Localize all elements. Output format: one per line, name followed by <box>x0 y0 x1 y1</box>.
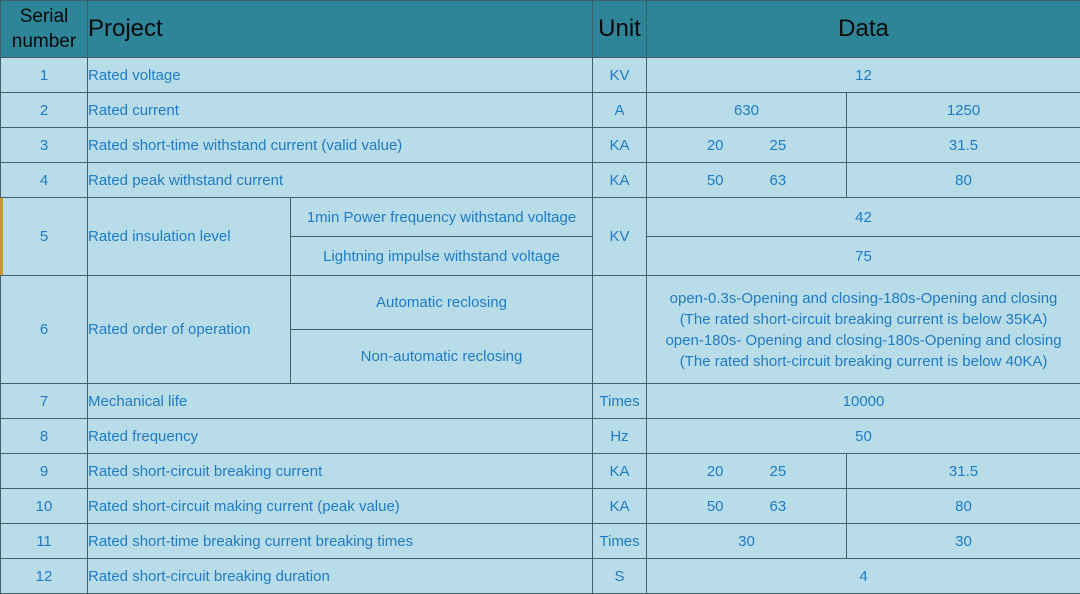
row-data-value-left: 50 63 <box>646 488 848 524</box>
row-data-value-left: 20 25 <box>646 453 848 489</box>
row-project: Rated voltage <box>86 57 594 93</box>
row-data-value: 12 <box>646 57 1080 93</box>
row-unit: KA <box>592 453 648 489</box>
table-row: 12 Rated short-circuit breaking duration… <box>0 558 1080 594</box>
row-project: Rated short-circuit making current (peak… <box>86 488 594 524</box>
row-serial-number: 8 <box>0 418 88 454</box>
table-row: 9 Rated short-circuit breaking current K… <box>0 453 1080 489</box>
table-row: 4 Rated peak withstand current KA 50 63 … <box>0 162 1080 198</box>
table-row: 3 Rated short-time withstand current (va… <box>0 127 1080 163</box>
row-unit: KA <box>592 488 648 524</box>
row-data-value-left-a: 50 <box>706 497 724 515</box>
row-serial-number: 2 <box>0 92 88 128</box>
row-serial-number: 9 <box>0 453 88 489</box>
row-unit <box>592 275 648 384</box>
row-subitem: Lightning impulse withstand voltage <box>289 236 594 276</box>
row-serial-number: 7 <box>0 383 88 419</box>
row-data-line-4: (The rated short-circuit breaking curren… <box>679 352 1048 370</box>
table-row: 7 Mechanical life Times 10000 <box>0 383 1080 419</box>
row-unit: Times <box>592 523 648 559</box>
row-serial-number: 6 <box>0 275 88 384</box>
row-data-value: 75 <box>646 236 1080 276</box>
row-unit: S <box>592 558 648 594</box>
table-row: 1 Rated voltage KV 12 <box>0 57 1080 93</box>
row-unit: Times <box>592 383 648 419</box>
row-data-value-left: 30 <box>646 523 848 559</box>
row-data-value: 4 <box>646 558 1080 594</box>
row-data-value-left-b: 63 <box>769 171 787 189</box>
table-row: 5 Rated insulation level 1min Power freq… <box>0 197 1080 276</box>
row-data-value-left-a: 50 <box>706 171 724 189</box>
row-project: Rated order of operation <box>87 275 291 384</box>
table-row: 11 Rated short-time breaking current bre… <box>0 523 1080 559</box>
row-project: Rated insulation level <box>87 197 291 276</box>
table-header-row: Serial number Project Unit Data <box>0 0 1080 58</box>
row-unit: KV <box>592 197 648 276</box>
table-row: 6 Rated order of operation Automatic rec… <box>0 275 1080 384</box>
row-project: Rated short-circuit breaking duration <box>86 558 594 594</box>
row-data-value-left-b: 25 <box>769 136 787 154</box>
row-unit: KA <box>592 127 648 163</box>
row-data-value-right: 31.5 <box>846 127 1080 163</box>
row-data-value-right: 31.5 <box>846 453 1080 489</box>
row-serial-number: 4 <box>0 162 88 198</box>
row-project: Rated short-time breaking current breaki… <box>86 523 594 559</box>
table-row: 10 Rated short-circuit making current (p… <box>0 488 1080 524</box>
row-data-value: 10000 <box>646 383 1080 419</box>
row-serial-number: 10 <box>0 488 88 524</box>
row-serial-number: 11 <box>0 523 88 559</box>
row-project: Rated short-circuit breaking current <box>86 453 594 489</box>
row-serial-number: 12 <box>0 558 88 594</box>
row-data-value-right: 80 <box>846 162 1080 198</box>
row-subitem: Non-automatic reclosing <box>289 329 594 384</box>
row-data-value-left: 20 25 <box>646 127 848 163</box>
row-serial-number: 1 <box>0 57 88 93</box>
row-project: Mechanical life <box>86 383 594 419</box>
row-unit: KV <box>592 57 648 93</box>
row-data-line-3: open-180s- Opening and closing-180s-Open… <box>665 331 1062 349</box>
table-row: 2 Rated current A 630 1250 <box>0 92 1080 128</box>
row-data-value: 42 <box>646 197 1080 237</box>
row-data-value-left-b: 25 <box>769 462 787 480</box>
row-data-value-left-a: 20 <box>706 136 724 154</box>
header-project: Project <box>86 0 594 58</box>
row-data-value: 50 <box>646 418 1080 454</box>
specifications-table: Serial number Project Unit Data 1 Rated … <box>0 0 1080 594</box>
header-data: Data <box>646 0 1080 58</box>
table-row: 8 Rated frequency Hz 50 <box>0 418 1080 454</box>
header-serial-number: Serial number <box>0 0 88 58</box>
header-unit: Unit <box>592 0 648 58</box>
row-serial-number: 3 <box>0 127 88 163</box>
row-project: Rated current <box>86 92 594 128</box>
row-data-value: open-0.3s-Opening and closing-180s-Openi… <box>646 275 1080 384</box>
row-project: Rated peak withstand current <box>86 162 594 198</box>
row-data-value-left: 50 63 <box>646 162 848 198</box>
row-project: Rated short-time withstand current (vali… <box>86 127 594 163</box>
row-data-line-2: (The rated short-circuit breaking curren… <box>679 310 1048 328</box>
row-unit: A <box>592 92 648 128</box>
row-project: Rated frequency <box>86 418 594 454</box>
row-subitem: Automatic reclosing <box>289 275 594 330</box>
row-data-value-left: 630 <box>646 92 848 128</box>
row-subitem: 1min Power frequency withstand voltage <box>289 197 594 237</box>
row-data-value-right: 30 <box>846 523 1080 559</box>
row-data-value-right: 80 <box>846 488 1080 524</box>
row-unit: Hz <box>592 418 648 454</box>
row-unit: KA <box>592 162 648 198</box>
row-data-value-left-b: 63 <box>769 497 787 515</box>
row-data-line-1: open-0.3s-Opening and closing-180s-Openi… <box>669 289 1058 307</box>
row-serial-number: 5 <box>0 197 88 276</box>
row-data-value-right: 1250 <box>846 92 1080 128</box>
row-data-value-left-a: 20 <box>706 462 724 480</box>
